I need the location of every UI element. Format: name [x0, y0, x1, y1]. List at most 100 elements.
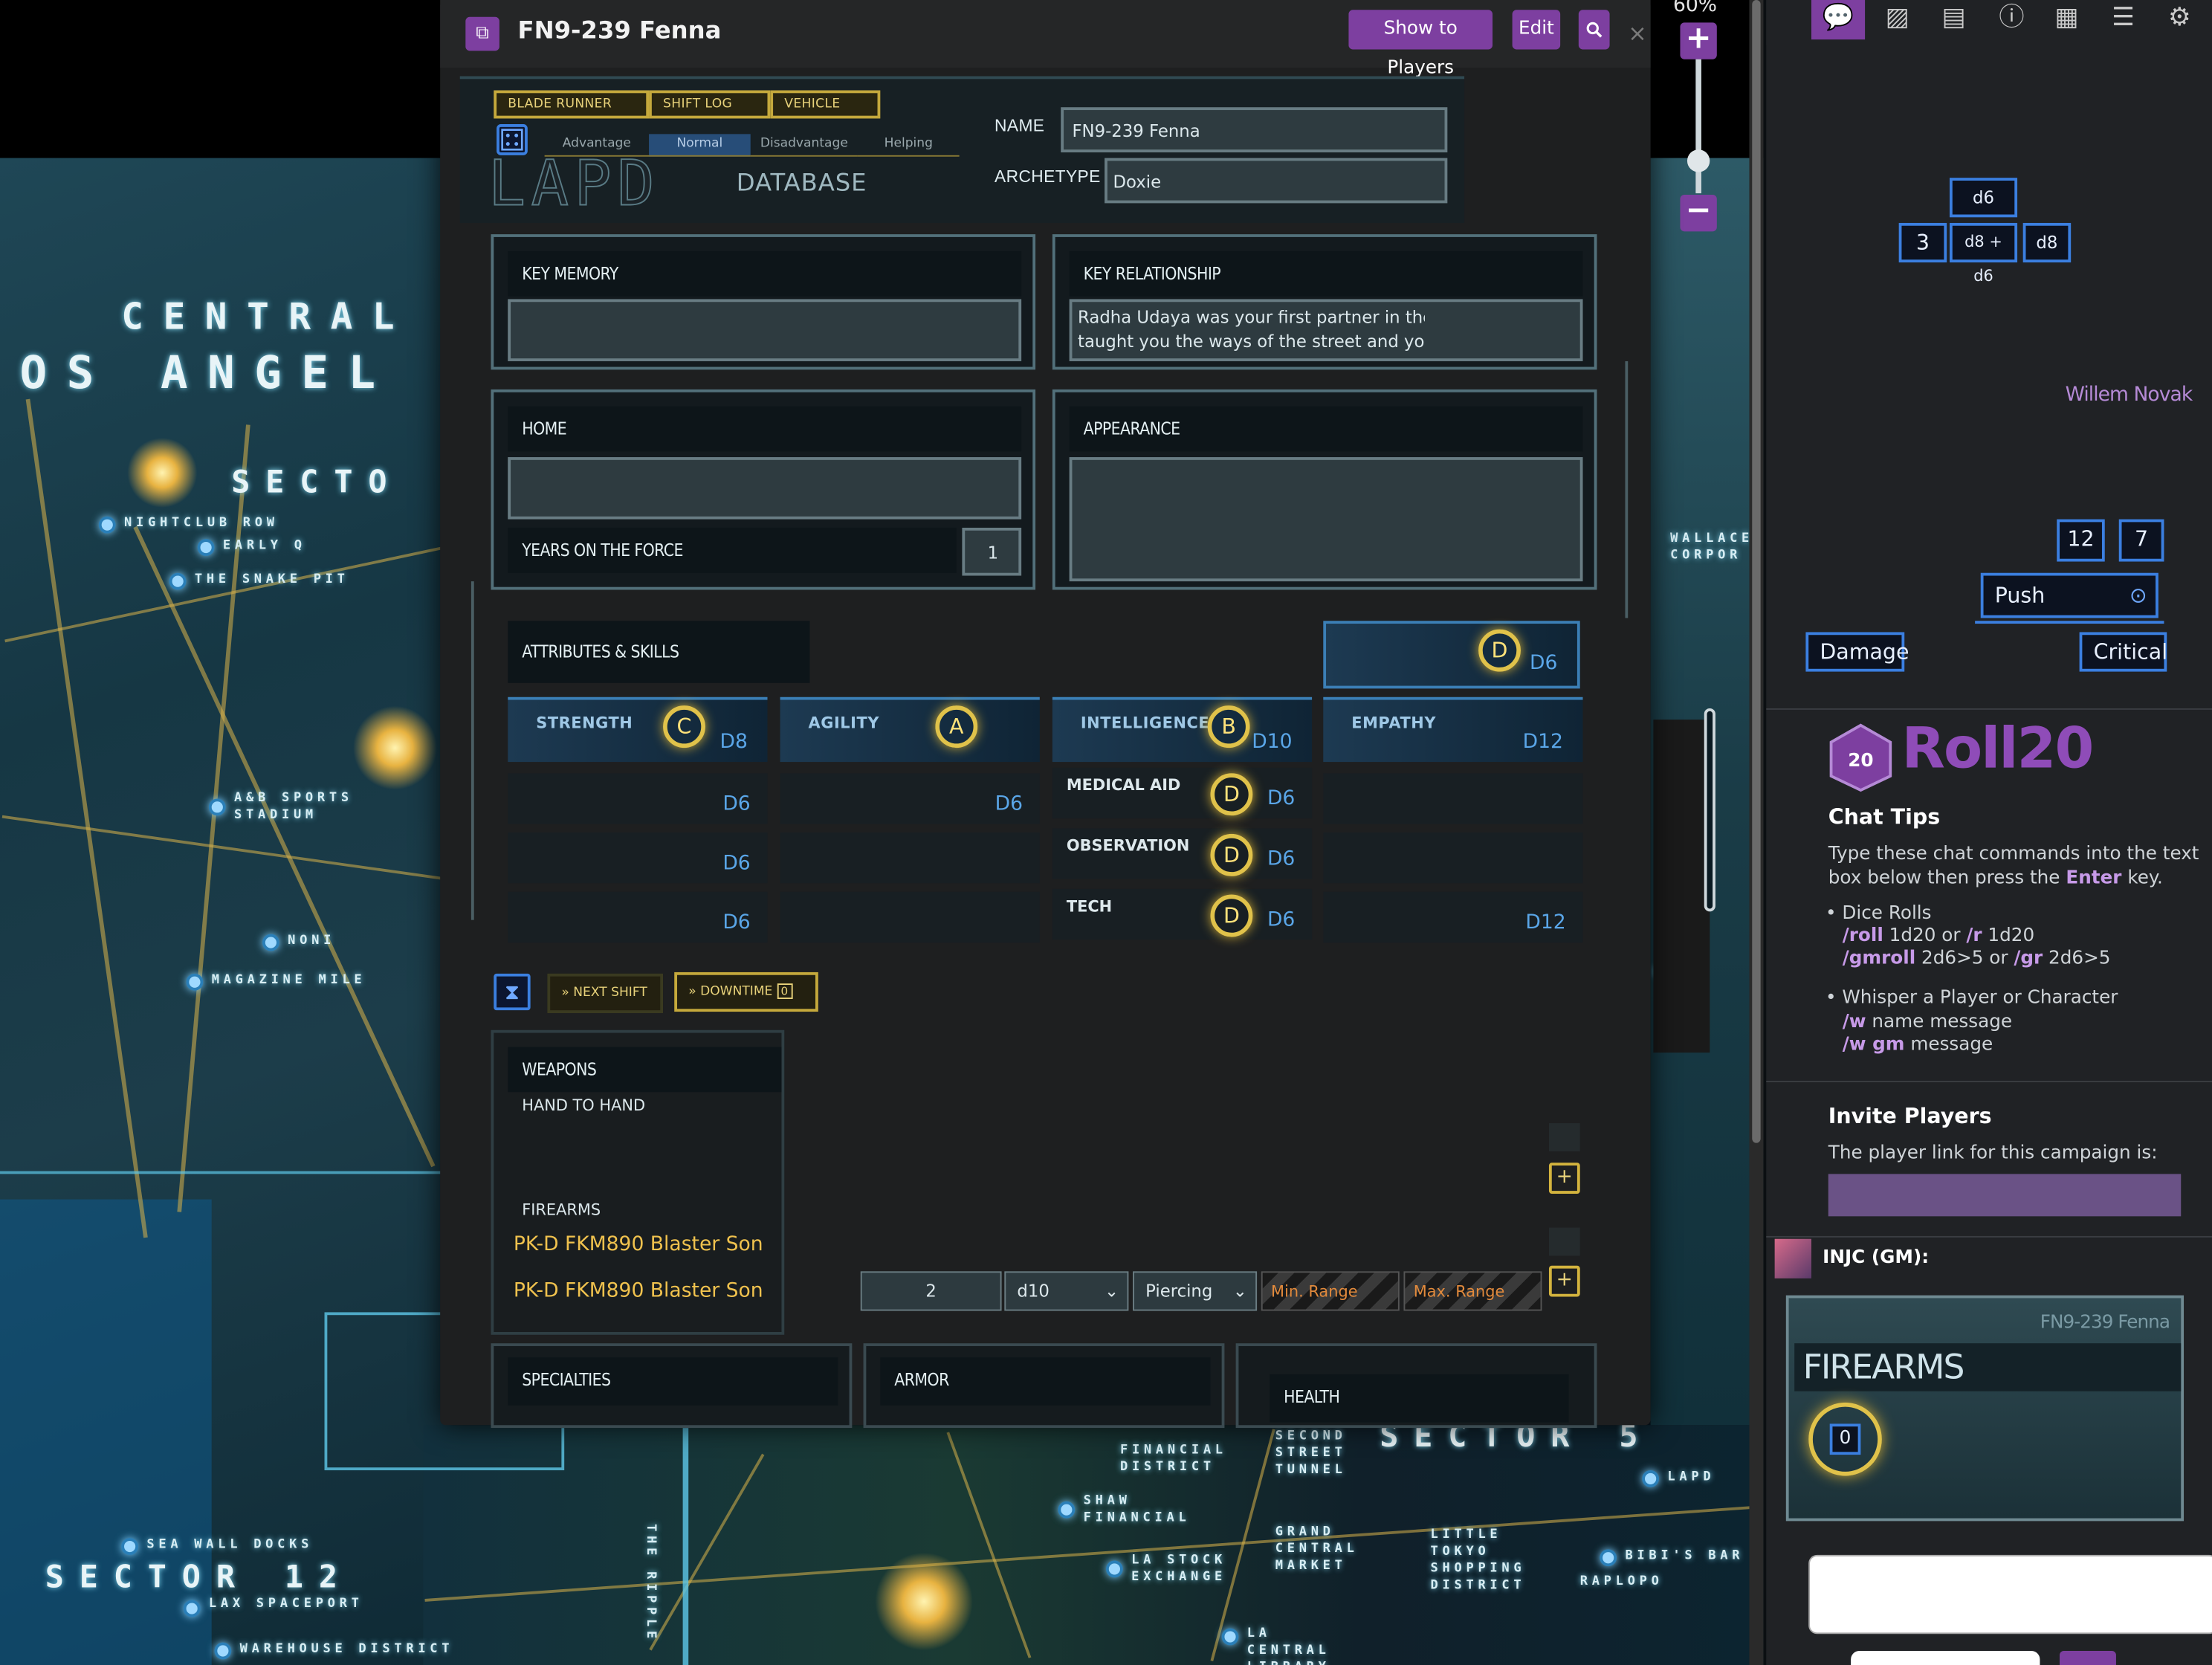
- map-label-little-tokyo: LITTLE TOKYO SHOPPING DISTRICT: [1430, 1527, 1526, 1594]
- weapon-type-select[interactable]: Piercing ⌄: [1133, 1271, 1258, 1311]
- attribute-strength[interactable]: STRENGTH C D8: [508, 696, 768, 763]
- map-scroll-handle[interactable]: [1704, 708, 1715, 912]
- tab-shift-log[interactable]: SHIFT LOG: [649, 90, 771, 119]
- info-icon[interactable]: ⓘ: [1985, 0, 2038, 39]
- map-label-warehouse: WAREHOUSE DISTRICT: [239, 1642, 454, 1657]
- add-firearm-button[interactable]: +: [1548, 1265, 1580, 1297]
- map-pin[interactable]: [1058, 1501, 1076, 1519]
- map-token-image[interactable]: [1653, 720, 1710, 1053]
- magnifier-icon[interactable]: [1578, 10, 1610, 50]
- map-pin[interactable]: [169, 572, 187, 590]
- skill-row[interactable]: [1323, 773, 1583, 824]
- skill-row[interactable]: D6: [508, 773, 768, 824]
- roll-command-2: /gmroll 2d6>5 or /gr 2d6>5: [1843, 948, 2111, 971]
- art-library-icon[interactable]: ▨: [1871, 0, 1924, 39]
- name-value: FN9-239 Fenna: [1072, 121, 1200, 141]
- downtime-button[interactable]: » DOWNTIME 0: [674, 971, 818, 1012]
- mode-advantage[interactable]: Advantage: [544, 134, 650, 157]
- map-label-nightclub: NIGHTCLUB ROW: [124, 516, 279, 531]
- health-panel: HEALTH: [1235, 1343, 1597, 1429]
- show-to-players-button[interactable]: Show to Players: [1348, 10, 1493, 79]
- skill-row[interactable]: [1323, 832, 1583, 884]
- home-input[interactable]: [508, 457, 1022, 520]
- critical-button[interactable]: Critical: [2079, 632, 2167, 672]
- map-pin[interactable]: [262, 934, 279, 951]
- map-pin[interactable]: [1221, 1628, 1239, 1646]
- next-shift-button[interactable]: » NEXT SHIFT: [547, 973, 664, 1013]
- attribute-agility[interactable]: AGILITY A: [780, 696, 1040, 763]
- edit-button[interactable]: Edit: [1512, 10, 1561, 50]
- skill-row[interactable]: D6: [780, 773, 1040, 824]
- map-label-stadium: A&B SPORTS STADIUM: [234, 791, 353, 823]
- map-pin[interactable]: [121, 1538, 138, 1555]
- weapon-die-select[interactable]: d10 ⌄: [1004, 1271, 1129, 1311]
- mode-disadvantage[interactable]: Disadvantage: [750, 134, 858, 157]
- weapon-name[interactable]: PK-D FKM890 Blaster Son: [514, 1233, 763, 1255]
- skill-medical-aid[interactable]: MEDICAL AID D D6: [1052, 767, 1313, 819]
- skill-row[interactable]: D6: [508, 832, 768, 884]
- mode-helping[interactable]: Helping: [857, 134, 960, 157]
- add-hand-to-hand-button[interactable]: +: [1548, 1163, 1580, 1194]
- skill-row[interactable]: D12: [1323, 891, 1583, 943]
- speaking-as-select[interactable]: [1851, 1651, 2040, 1665]
- weapon-name[interactable]: PK-D FKM890 Blaster Son: [514, 1280, 763, 1302]
- map-pin[interactable]: [1600, 1549, 1617, 1567]
- zoom-in-button[interactable]: +: [1680, 22, 1717, 59]
- scrollbar-thumb[interactable]: [1752, 0, 1761, 1143]
- min-range-field[interactable]: Min. Range: [1261, 1271, 1400, 1311]
- grade-badge: D: [1210, 833, 1253, 876]
- cmd-text: 1d20: [1982, 925, 2035, 947]
- push-button[interactable]: Push ⊙: [1980, 572, 2158, 618]
- map-pin[interactable]: [214, 1642, 232, 1660]
- weapon-damage-field[interactable]: 2: [860, 1271, 1002, 1311]
- key-relationship-input[interactable]: Radha Udaya was your first partner in th…: [1069, 299, 1583, 361]
- damage-button[interactable]: Damage: [1805, 632, 1909, 672]
- zoom-out-button[interactable]: −: [1680, 194, 1717, 232]
- chat-icon[interactable]: 💬: [1811, 0, 1866, 40]
- map-pin[interactable]: [208, 798, 226, 816]
- name-field[interactable]: FN9-239 Fenna: [1061, 107, 1448, 153]
- appearance-input[interactable]: [1069, 457, 1583, 582]
- years-input[interactable]: 1: [962, 527, 1022, 576]
- max-range-field[interactable]: Max. Range: [1403, 1271, 1542, 1311]
- skill-row[interactable]: [780, 832, 1040, 884]
- close-icon[interactable]: ×: [1628, 20, 1646, 47]
- key-memory-input[interactable]: [508, 299, 1022, 361]
- compendium-icon[interactable]: ▦: [2040, 0, 2093, 39]
- invite-link-field[interactable]: [1828, 1174, 2182, 1217]
- skill-row[interactable]: [780, 891, 1040, 943]
- map-pin[interactable]: [1642, 1470, 1659, 1487]
- gear-icon[interactable]: ⚙: [2153, 0, 2206, 39]
- attribute-extra[interactable]: D D6: [1323, 621, 1580, 689]
- hourglass-icon[interactable]: ⧗: [494, 973, 531, 1011]
- character-sheet-dialog: ⧉ FN9-239 Fenna Show to Players Edit × L…: [440, 0, 1651, 1429]
- mode-normal[interactable]: Normal: [649, 134, 751, 157]
- chat-input[interactable]: [1808, 1554, 2212, 1635]
- skill-observation[interactable]: OBSERVATION D D6: [1052, 828, 1313, 879]
- map-pin[interactable]: [197, 539, 215, 556]
- skill-row[interactable]: D6: [508, 891, 768, 943]
- weapon-type-value: Piercing: [1145, 1281, 1213, 1302]
- attribute-intelligence[interactable]: INTELLIGENCE B D10: [1052, 696, 1313, 763]
- journal-icon[interactable]: ▤: [1927, 0, 1981, 39]
- dialog-titlebar[interactable]: ⧉ FN9-239 Fenna Show to Players Edit ×: [440, 0, 1651, 79]
- map-pin[interactable]: [186, 973, 204, 991]
- page-scrollbar[interactable]: [1749, 0, 1764, 1665]
- skill-tech[interactable]: TECH D D6: [1052, 888, 1313, 940]
- skill-name: MEDICAL AID: [1066, 776, 1181, 795]
- chat-tips-title: Chat Tips: [1828, 804, 1941, 830]
- attribute-empathy[interactable]: EMPATHY D12: [1323, 696, 1583, 763]
- tab-vehicle[interactable]: VEHICLE: [770, 90, 881, 119]
- map-pin[interactable]: [1106, 1560, 1123, 1578]
- arrow-right-icon: ⊙: [2129, 583, 2147, 609]
- zoom-slider-handle[interactable]: [1687, 149, 1710, 172]
- tab-blade-runner[interactable]: BLADE RUNNER: [494, 90, 650, 119]
- list-icon[interactable]: ☰: [2096, 0, 2150, 39]
- popout-icon[interactable]: ⧉: [465, 16, 499, 51]
- send-button[interactable]: [2060, 1651, 2116, 1665]
- dice-icon[interactable]: [497, 124, 528, 155]
- map-pin[interactable]: [183, 1600, 201, 1617]
- archetype-field[interactable]: Doxie: [1105, 158, 1448, 204]
- zoom-slider-track[interactable]: [1695, 59, 1701, 194]
- map-pin[interactable]: [98, 516, 116, 534]
